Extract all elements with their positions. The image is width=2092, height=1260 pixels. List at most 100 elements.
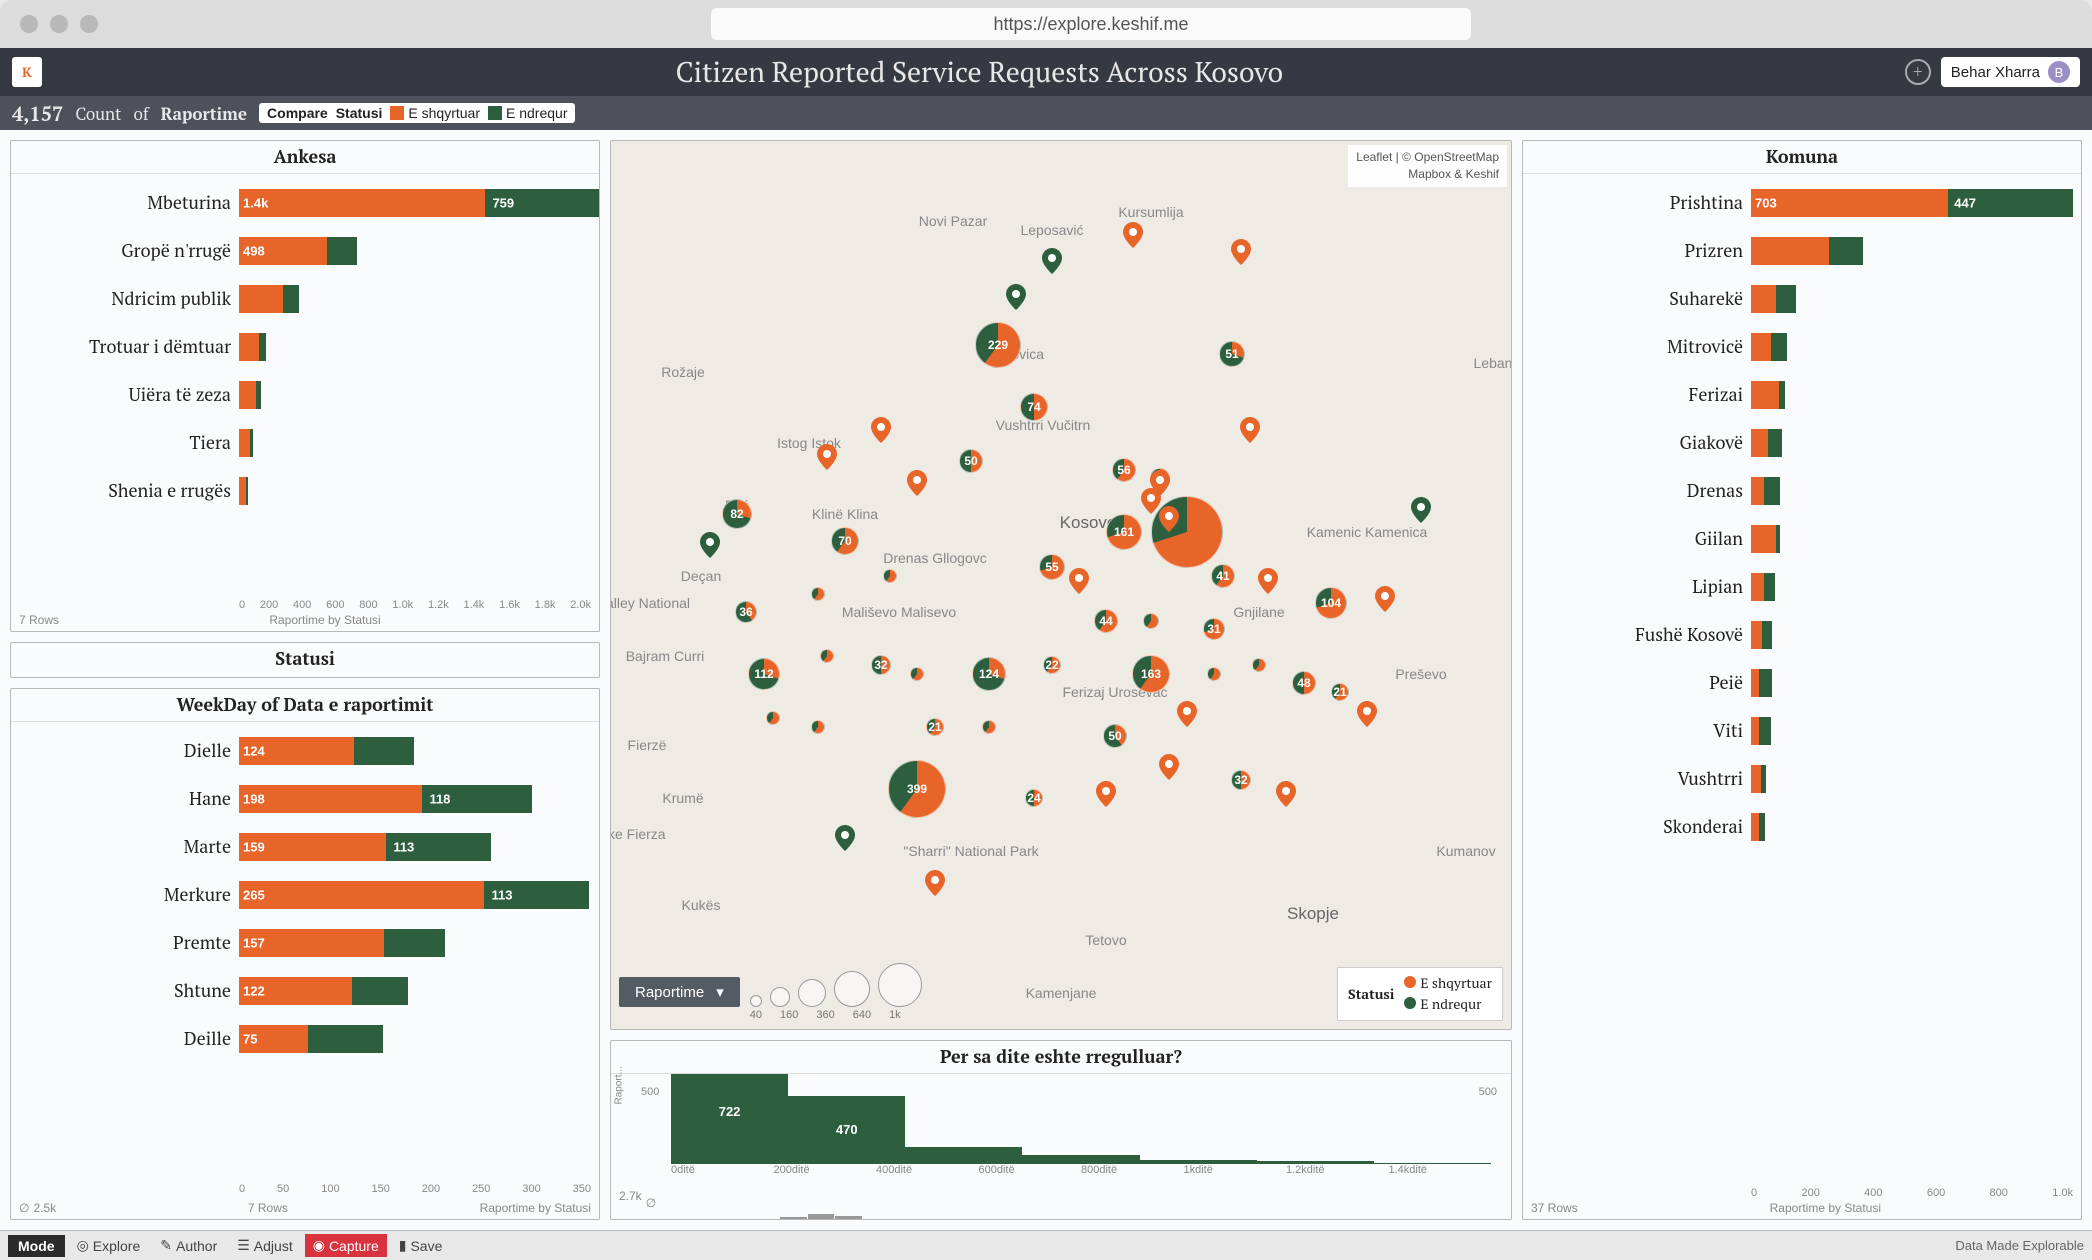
map-cluster[interactable]: 161 — [1106, 514, 1142, 550]
bar-row[interactable]: Drenas — [1531, 468, 2073, 514]
bar-row[interactable]: Viti — [1531, 708, 2073, 754]
bar-row[interactable]: Uiëra të zeza — [19, 372, 591, 418]
map-cluster[interactable]: 163 — [1132, 655, 1170, 693]
legend-e-ndrequr[interactable]: E ndrequr — [488, 105, 567, 121]
bar-row[interactable]: Lipian — [1531, 564, 2073, 610]
map-cluster[interactable]: 50 — [1103, 724, 1127, 748]
map-pin[interactable] — [1276, 781, 1296, 807]
minimize-window-icon[interactable] — [50, 15, 68, 33]
bar-row[interactable]: Giilan — [1531, 516, 2073, 562]
mode-save-button[interactable]: ▮ Save — [391, 1234, 451, 1257]
map-cluster[interactable] — [766, 711, 780, 725]
map-pin[interactable] — [1159, 506, 1179, 532]
map-pin[interactable] — [1231, 239, 1251, 265]
mode-explore-button[interactable]: ◎ Explore — [69, 1234, 149, 1257]
histogram-bar[interactable] — [1022, 1155, 1139, 1164]
map-pin[interactable] — [1069, 568, 1089, 594]
add-button[interactable]: + — [1905, 59, 1931, 85]
map-pin[interactable] — [871, 417, 891, 443]
map-cluster[interactable] — [1252, 658, 1266, 672]
map-cluster[interactable] — [883, 569, 897, 583]
map-pin[interactable] — [1159, 754, 1179, 780]
bar-row[interactable]: Suharekë — [1531, 276, 2073, 322]
map-pin[interactable] — [1357, 701, 1377, 727]
map-cluster[interactable]: 44 — [1094, 609, 1118, 633]
histogram-bar[interactable]: 470 — [788, 1096, 905, 1164]
url-bar[interactable]: https://explore.keshif.me — [711, 8, 1471, 40]
map-cluster[interactable] — [811, 720, 825, 734]
map-cluster[interactable]: 50 — [959, 449, 983, 473]
user-menu[interactable]: Behar Xharra B — [1941, 57, 2080, 87]
map-canvas[interactable]: Leaflet | © OpenStreetMap Mapbox & Keshi… — [611, 141, 1511, 1029]
map-cluster[interactable] — [811, 587, 825, 601]
histogram-bar[interactable] — [1374, 1163, 1491, 1164]
bar-row[interactable]: Mitrovicë — [1531, 324, 2073, 370]
bar-row[interactable]: Dielle124 — [19, 728, 591, 774]
bar-row[interactable]: Gropë n'rrugë498 — [19, 228, 591, 274]
histogram-bar[interactable]: 722 — [671, 1074, 788, 1164]
bar-row[interactable]: Hane198118 — [19, 776, 591, 822]
map-cluster[interactable]: 22 — [1043, 656, 1061, 674]
map-cluster[interactable]: 41 — [1211, 564, 1235, 588]
map-cluster[interactable]: 32 — [871, 655, 891, 675]
mode-author-button[interactable]: ✎ Author — [152, 1234, 225, 1257]
map-cluster[interactable]: 55 — [1039, 554, 1065, 580]
map-pin[interactable] — [700, 532, 720, 558]
map-cluster[interactable] — [820, 649, 834, 663]
map-pin[interactable] — [1177, 701, 1197, 727]
keshif-logo-icon[interactable]: K — [12, 57, 42, 87]
map-measure-dropdown[interactable]: Raportime ▾ — [619, 977, 740, 1007]
map-pin[interactable] — [1240, 417, 1260, 443]
bar-row[interactable]: Mbeturina1.4k759 — [19, 180, 591, 226]
bar-row[interactable]: Ferizai — [1531, 372, 2073, 418]
map-cluster[interactable]: 104 — [1315, 587, 1347, 619]
map-cluster[interactable] — [910, 667, 924, 681]
map-cluster[interactable] — [1143, 613, 1159, 629]
map-pin[interactable] — [925, 870, 945, 896]
bar-row[interactable]: Skonderai — [1531, 804, 2073, 850]
map-cluster[interactable]: 399 — [888, 760, 946, 818]
bar-row[interactable]: Shenia e rrugës — [19, 468, 591, 514]
map-cluster[interactable]: 56 — [1112, 458, 1136, 482]
map-cluster[interactable]: 124 — [972, 657, 1006, 691]
bar-row[interactable]: Shtune122 — [19, 968, 591, 1014]
histogram-bar[interactable] — [1140, 1160, 1257, 1164]
histogram-overview[interactable] — [611, 1212, 1511, 1220]
map-pin[interactable] — [1150, 470, 1170, 496]
map-cluster[interactable]: 229 — [975, 322, 1021, 368]
close-window-icon[interactable] — [20, 15, 38, 33]
bar-row[interactable]: Prizren — [1531, 228, 2073, 274]
panel-statusi[interactable]: Statusi — [10, 642, 600, 678]
map-pin[interactable] — [907, 470, 927, 496]
map-cluster[interactable]: 21 — [1331, 683, 1349, 701]
mode-adjust-button[interactable]: ☰ Adjust — [229, 1234, 300, 1257]
bar-row[interactable]: Vushtrri — [1531, 756, 2073, 802]
map-cluster[interactable]: 82 — [722, 499, 752, 529]
bar-row[interactable]: Prishtina703447 — [1531, 180, 2073, 226]
bar-row[interactable]: Giakovë — [1531, 420, 2073, 466]
map-legend-item[interactable]: E shqyrtuar — [1404, 974, 1492, 993]
map-cluster[interactable]: 74 — [1020, 393, 1048, 421]
bar-row[interactable]: Tiera — [19, 420, 591, 466]
compare-selector[interactable]: Compare Statusi E shqyrtuar E ndrequr — [259, 103, 575, 123]
map-cluster[interactable]: 48 — [1292, 671, 1316, 695]
map-pin[interactable] — [1096, 781, 1116, 807]
histogram-bar[interactable] — [905, 1147, 1022, 1164]
map-legend-item[interactable]: E ndrequr — [1404, 995, 1492, 1014]
maximize-window-icon[interactable] — [80, 15, 98, 33]
bar-row[interactable]: Merkure265113 — [19, 872, 591, 918]
mode-capture-button[interactable]: ◉ Capture — [305, 1234, 387, 1257]
map-pin[interactable] — [1375, 586, 1395, 612]
map-cluster[interactable]: 112 — [748, 658, 780, 690]
bar-row[interactable]: Ndricim publik — [19, 276, 591, 322]
bar-row[interactable]: Marte159113 — [19, 824, 591, 870]
map-pin[interactable] — [1123, 222, 1143, 248]
bar-row[interactable]: Deille75 — [19, 1016, 591, 1062]
histogram-bar[interactable] — [1257, 1161, 1374, 1164]
map-cluster[interactable]: 51 — [1219, 341, 1245, 367]
map-pin[interactable] — [835, 825, 855, 851]
map-cluster[interactable]: 36 — [735, 601, 757, 623]
bar-row[interactable]: Fushë Kosovë — [1531, 612, 2073, 658]
map-cluster[interactable]: 70 — [831, 527, 859, 555]
bar-row[interactable]: Trotuar i dëmtuar — [19, 324, 591, 370]
